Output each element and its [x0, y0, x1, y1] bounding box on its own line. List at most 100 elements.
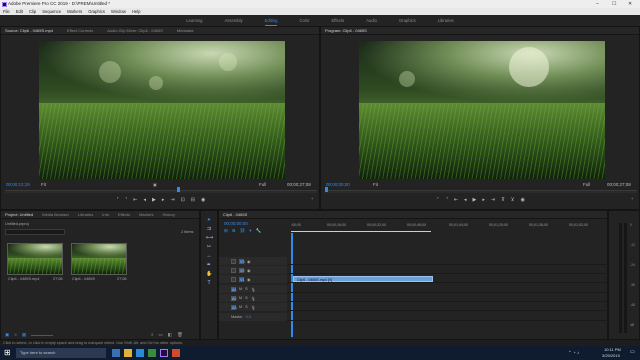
solo-icon[interactable]: S: [245, 287, 248, 291]
play-icon[interactable]: ▶: [152, 197, 156, 203]
prog-go-to-in-icon[interactable]: ⇤: [454, 197, 458, 203]
toggle-sync-lock-icon[interactable]: [231, 258, 236, 264]
program-add-button-icon[interactable]: +: [631, 197, 633, 201]
menu-file[interactable]: File: [3, 8, 10, 15]
add-marker-icon[interactable]: ▾: [249, 228, 251, 234]
mute-icon[interactable]: M: [239, 296, 242, 300]
find-icon[interactable]: ⌕: [151, 332, 154, 338]
menu-markers[interactable]: Markers: [67, 8, 82, 15]
tab-markers[interactable]: Markers: [139, 211, 153, 218]
prog-play-icon[interactable]: ▶: [473, 197, 477, 203]
timeline-timecode[interactable]: 00;00;00;00: [224, 221, 248, 226]
mark-out-icon[interactable]: ⌝: [125, 197, 127, 203]
menu-window[interactable]: Window: [111, 8, 126, 15]
menu-clip[interactable]: Clip: [29, 8, 36, 15]
extract-icon[interactable]: ⊻: [511, 197, 515, 203]
prog-go-to-out-icon[interactable]: ⇥: [491, 197, 495, 203]
solo-icon[interactable]: S: [245, 296, 248, 300]
edge-icon[interactable]: [136, 349, 144, 357]
toggle-sync-lock-icon[interactable]: [231, 267, 236, 273]
source-video-frame[interactable]: [39, 41, 285, 179]
tray-icons[interactable]: ⌃ ◔ ♪: [568, 350, 579, 356]
ripple-edit-tool-icon[interactable]: ⟷: [206, 235, 213, 241]
mute-icon[interactable]: M: [239, 287, 242, 291]
source-settings-icon[interactable]: ▣: [153, 182, 157, 187]
app-icon[interactable]: [172, 349, 180, 357]
work-area-bar[interactable]: [291, 231, 431, 232]
clear-icon[interactable]: 🗑: [177, 332, 183, 338]
go-to-in-icon[interactable]: ⇤: [133, 197, 137, 203]
tab-metadata[interactable]: Metadata: [177, 27, 194, 34]
workspace-graphics[interactable]: Graphics: [399, 15, 416, 26]
taskbar-search-box[interactable]: Type here to search: [16, 348, 106, 358]
project-sequence-thumbnail[interactable]: [71, 243, 127, 275]
tab-project[interactable]: Project: Untitled: [5, 211, 33, 218]
prog-mark-in-icon[interactable]: ⌜: [437, 197, 439, 203]
program-zoom-dropdown[interactable]: Full: [583, 182, 590, 187]
eye-icon[interactable]: ◉: [247, 268, 250, 273]
menu-sequence[interactable]: Sequence: [42, 8, 61, 15]
eye-icon[interactable]: ◉: [247, 259, 250, 264]
clock-date[interactable]: 3/29/2019: [602, 353, 620, 358]
lock-icon[interactable]: ▣: [5, 332, 9, 338]
mic-icon[interactable]: 🎙: [251, 296, 256, 301]
track-target-a3[interactable]: A3: [231, 304, 237, 310]
list-view-icon[interactable]: ≡: [14, 332, 17, 338]
notifications-icon[interactable]: ▭: [630, 349, 635, 355]
file-explorer-icon[interactable]: [124, 349, 132, 357]
track-target-v3[interactable]: V3: [239, 258, 245, 264]
project-search-input[interactable]: [5, 229, 65, 235]
mic-icon[interactable]: 🎙: [251, 305, 256, 310]
program-video-frame[interactable]: [359, 41, 605, 179]
program-scrub-bar[interactable]: [325, 190, 637, 193]
razor-tool-icon[interactable]: ✂: [206, 244, 212, 250]
linked-selection-icon[interactable]: ⛓: [240, 228, 246, 234]
workspace-audio[interactable]: Audio: [366, 15, 377, 26]
source-playhead[interactable]: [177, 187, 180, 192]
maximize-button[interactable]: ☐: [612, 0, 616, 8]
source-zoom-dropdown[interactable]: Full: [259, 182, 266, 187]
project-sequence-name[interactable]: Clip6 - 0465S: [72, 277, 95, 281]
snap-icon[interactable]: ⋒: [232, 228, 236, 234]
toggle-sync-lock-icon[interactable]: [231, 276, 236, 282]
icon-view-icon[interactable]: ▦: [22, 332, 26, 338]
source-timecode[interactable]: 00;00;12;19: [6, 182, 30, 187]
workspace-learning[interactable]: Learning: [186, 15, 202, 26]
timeline-settings-icon[interactable]: 🔧: [256, 228, 262, 234]
tab-libraries[interactable]: Libraries: [78, 211, 93, 218]
menu-help[interactable]: Help: [132, 8, 141, 15]
prog-step-forward-icon[interactable]: ▸: [482, 197, 485, 203]
mute-icon[interactable]: M: [239, 305, 242, 309]
workspace-color[interactable]: Color: [299, 15, 309, 26]
windows-start-icon[interactable]: ⊞: [4, 349, 12, 357]
type-tool-icon[interactable]: T: [206, 280, 212, 286]
menu-graphics[interactable]: Graphics: [88, 8, 105, 15]
store-icon[interactable]: [148, 349, 156, 357]
prog-step-back-icon[interactable]: ◂: [464, 197, 467, 203]
track-target-a1[interactable]: A1: [231, 286, 237, 292]
close-button[interactable]: ✕: [628, 0, 632, 8]
solo-icon[interactable]: S: [245, 305, 248, 309]
tab-effect-controls[interactable]: Effect Controls: [67, 27, 93, 34]
program-timecode[interactable]: 00;00;00;00: [326, 182, 350, 187]
prog-mark-out-icon[interactable]: ⌝: [445, 197, 447, 203]
eye-icon[interactable]: ◉: [247, 277, 250, 282]
mic-icon[interactable]: 🎙: [251, 287, 256, 292]
track-target-a2[interactable]: A2: [231, 295, 237, 301]
slip-tool-icon[interactable]: ↔: [206, 253, 212, 259]
track-select-tool-icon[interactable]: ⇉: [206, 226, 212, 232]
tab-info[interactable]: Info: [102, 211, 109, 218]
pen-tool-icon[interactable]: ✒: [206, 262, 212, 268]
lift-icon[interactable]: ⊼: [501, 197, 505, 203]
workspace-libraries[interactable]: Libraries: [438, 15, 454, 26]
tab-effects[interactable]: Effects: [118, 211, 130, 218]
step-back-icon[interactable]: ◂: [144, 197, 147, 203]
prog-export-frame-icon[interactable]: ◉: [520, 197, 524, 203]
program-fit-dropdown[interactable]: Fit: [373, 182, 378, 187]
master-volume[interactable]: 0.0: [246, 315, 251, 319]
track-target-v2[interactable]: V2: [239, 267, 245, 273]
overwrite-icon[interactable]: ⊟: [191, 197, 195, 203]
new-bin-icon[interactable]: ▭: [159, 332, 163, 338]
source-add-button-icon[interactable]: +: [311, 197, 313, 201]
mark-in-icon[interactable]: ⌜: [117, 197, 119, 203]
